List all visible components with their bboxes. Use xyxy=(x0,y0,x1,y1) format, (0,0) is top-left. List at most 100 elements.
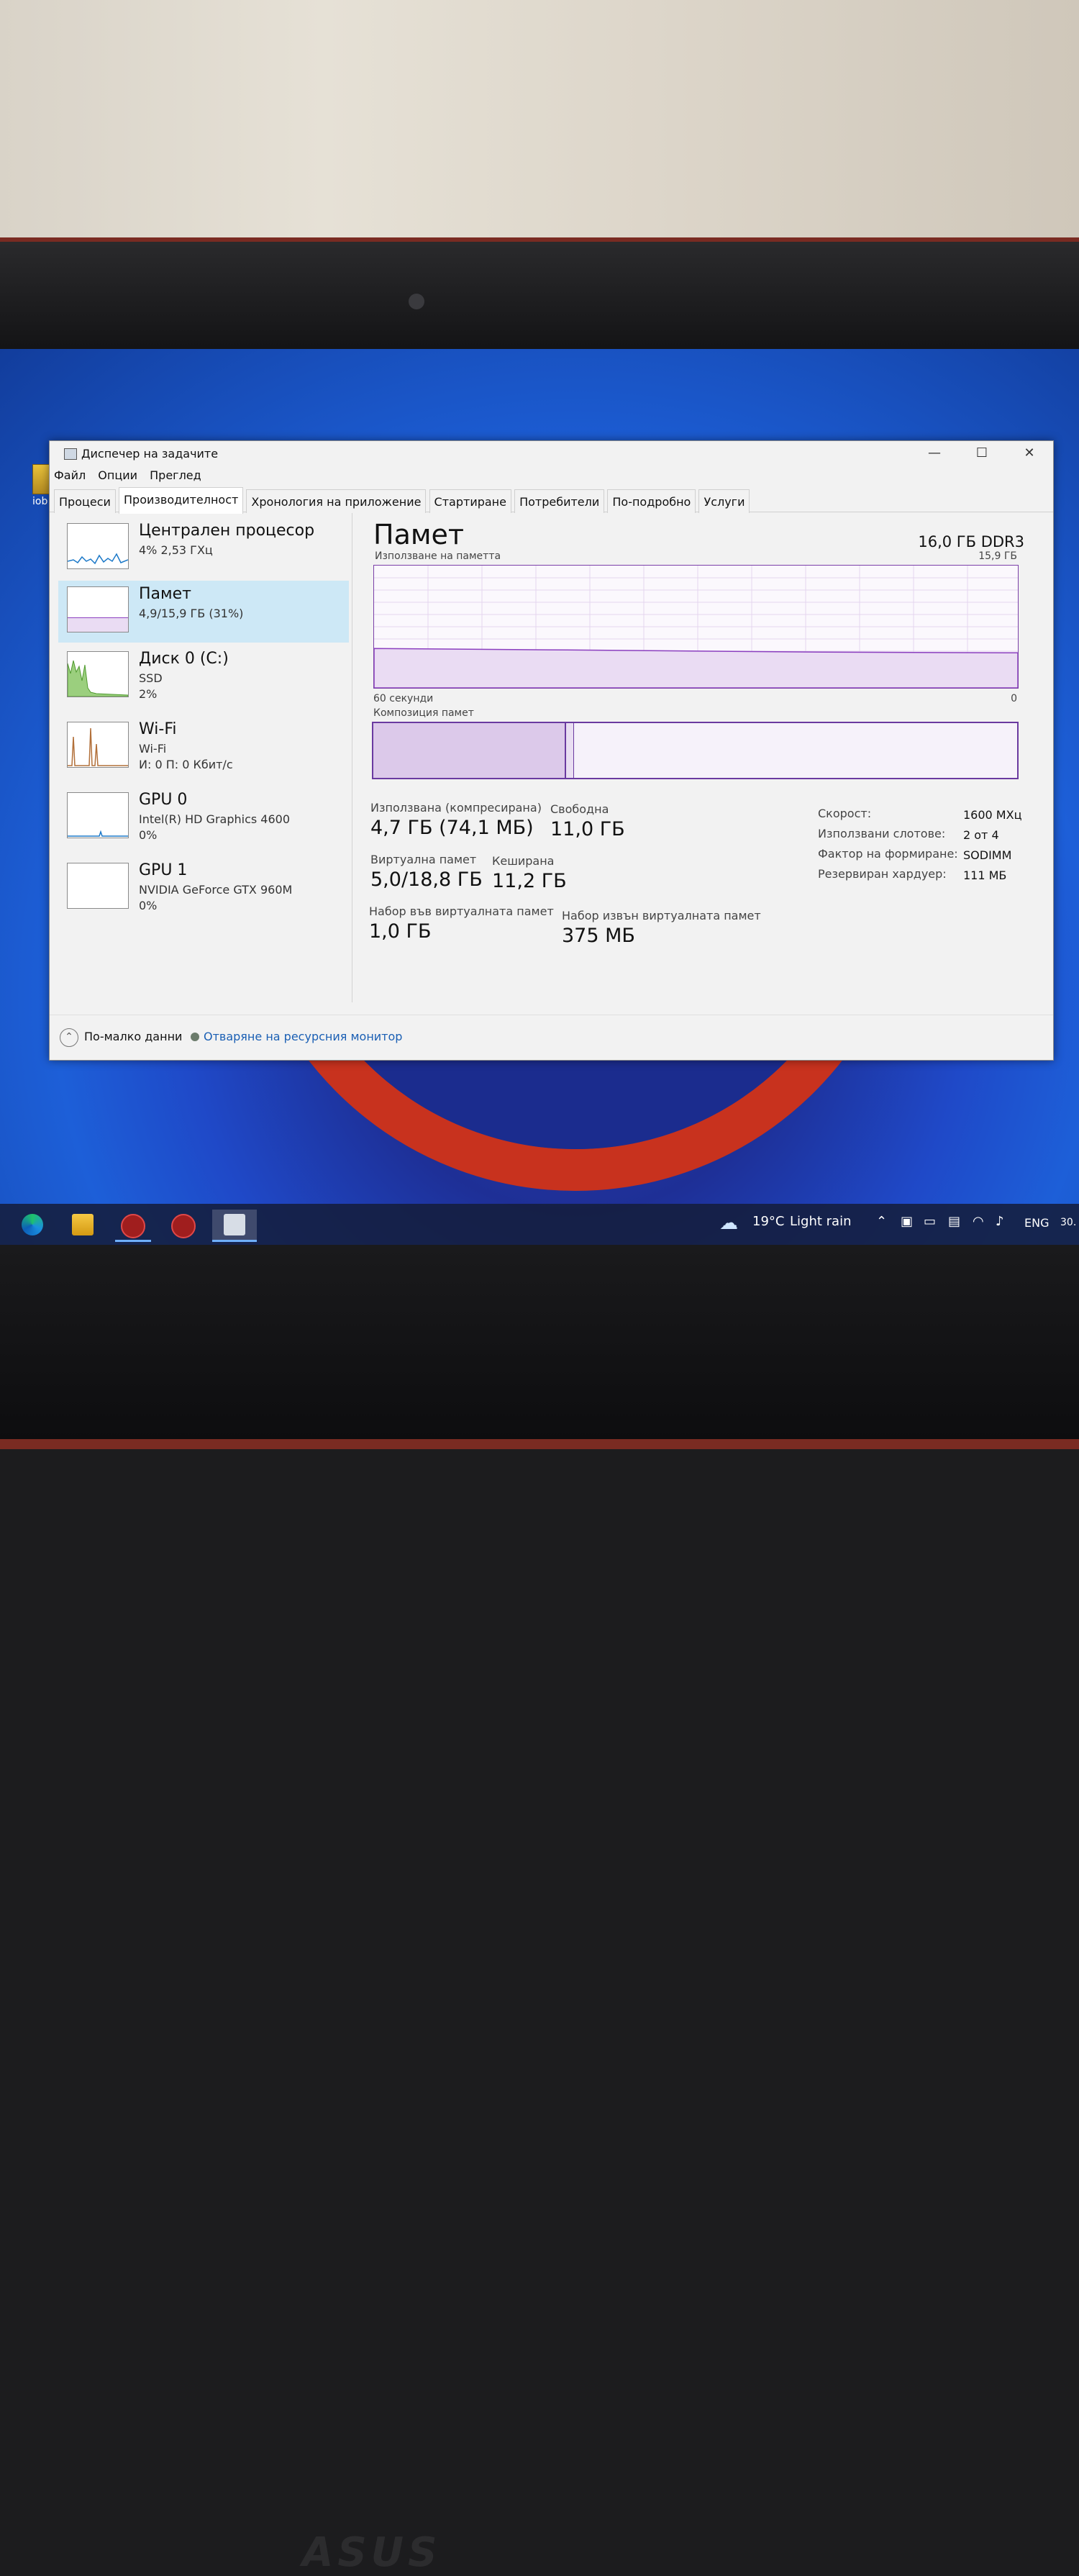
memory-panel: Памет 16,0 ГБ DDR3 Използване на паметта… xyxy=(366,513,1039,1017)
form-factor-key: Фактор на формиране: xyxy=(818,847,958,861)
sidebar-item-wifi[interactable]: Wi-Fi Wi-Fi И: 0 П: 0 Кбит/с xyxy=(58,716,349,778)
sidebar-item-label: Централен процесор xyxy=(139,522,315,540)
sidebar-item-value: И: 0 П: 0 Кбит/с xyxy=(139,758,233,771)
tab-strip: Процеси Производителност Хронология на п… xyxy=(50,487,1053,514)
tab-startup[interactable]: Стартиране xyxy=(429,489,511,513)
sidebar-item-cpu[interactable]: Централен процесор 4% 2,53 ГХц xyxy=(58,517,349,579)
memory-usage-grid xyxy=(374,566,1018,688)
app-taskbar-button-2[interactable] xyxy=(165,1210,201,1240)
memory-usage-graph xyxy=(373,565,1019,689)
in-use-value: 4,7 ГБ (74,1 МБ) xyxy=(370,817,534,839)
desktop-screen: iob Диспечер на задачите — ☐ ✕ Файл Опци… xyxy=(0,349,1079,1245)
menu-options[interactable]: Опции xyxy=(94,466,142,482)
memory-thumbnail-fill xyxy=(68,617,128,632)
laptop-bezel-top xyxy=(0,237,1079,357)
tab-app-history[interactable]: Хронология на приложение xyxy=(246,489,427,513)
paged-pool-label: Набор във виртуалната памет xyxy=(369,904,554,918)
composition-in-use xyxy=(373,723,567,778)
sidebar-item-label: Wi-Fi xyxy=(139,720,177,738)
task-manager-taskbar-button[interactable] xyxy=(212,1210,257,1242)
tab-services[interactable]: Услуги xyxy=(698,489,750,513)
paged-pool-value: 1,0 ГБ xyxy=(369,920,432,943)
sidebar-item-value: 0% xyxy=(139,828,158,842)
fewer-details-link[interactable]: По-малко данни xyxy=(84,1030,182,1043)
task-manager-icon xyxy=(64,448,77,460)
battery-icon[interactable]: ▭ xyxy=(924,1214,936,1229)
gpu0-thumbnail-graph xyxy=(67,792,129,838)
chevron-up-icon[interactable]: ⌃ xyxy=(876,1214,887,1229)
sidebar-item-label: Памет xyxy=(139,585,191,603)
nonpaged-pool-label: Набор извън виртуалната памет xyxy=(562,909,761,922)
cached-label: Кеширана xyxy=(492,854,555,868)
volume-icon[interactable]: ♪ xyxy=(996,1214,1004,1229)
memory-composition-bar xyxy=(372,722,1019,779)
wifi-icon[interactable]: ◠ xyxy=(973,1214,984,1229)
speed-key: Скорост: xyxy=(818,807,872,820)
weather-temp[interactable]: 19°C xyxy=(752,1214,784,1229)
disk-sparkline xyxy=(68,660,128,697)
gpu0-sparkline xyxy=(68,830,128,837)
sidebar-item-label: GPU 0 xyxy=(139,791,188,809)
sidebar-item-label: Диск 0 (C:) xyxy=(139,650,229,668)
maximize-button[interactable]: ☐ xyxy=(958,441,1006,466)
available-label: Свободна xyxy=(550,802,609,816)
slots-key: Използвани слотове: xyxy=(818,827,946,840)
task-manager-window: Диспечер на задачите — ☐ ✕ Файл Опции Пр… xyxy=(49,440,1054,1061)
meet-now-icon[interactable]: ▣ xyxy=(901,1214,913,1229)
tab-details[interactable]: По-подробно xyxy=(607,489,696,513)
game-app-icon xyxy=(171,1214,196,1238)
clock[interactable]: 30. xyxy=(1060,1217,1076,1228)
laptop-bezel-bottom: ASUS xyxy=(0,1245,1079,2576)
app-taskbar-button-1[interactable] xyxy=(115,1210,151,1242)
resource-sidebar: Централен процесор 4% 2,53 ГХц Памет 4,9… xyxy=(50,513,352,1002)
tab-users[interactable]: Потребители xyxy=(514,489,605,513)
tab-performance[interactable]: Производителност xyxy=(119,487,244,514)
cpu-sparkline xyxy=(68,553,128,565)
resource-monitor-icon xyxy=(191,1033,199,1041)
committed-value: 5,0/18,8 ГБ xyxy=(370,869,483,891)
sidebar-item-gpu0[interactable]: GPU 0 Intel(R) HD Graphics 4600 0% xyxy=(58,786,349,848)
reserved-value: 111 МБ xyxy=(963,869,1007,882)
sidebar-item-gpu1[interactable]: GPU 1 NVIDIA GeForce GTX 960M 0% xyxy=(58,857,349,919)
memory-thumbnail-graph xyxy=(67,586,129,632)
edge-icon xyxy=(22,1214,43,1235)
display-icon[interactable]: ▤ xyxy=(948,1214,960,1229)
close-button[interactable]: ✕ xyxy=(1006,441,1053,466)
taskbar: ☁ 19°C Light rain ⌃ ▣ ▭ ▤ ◠ ♪ ENG 30. xyxy=(0,1204,1079,1245)
menu-view[interactable]: Преглед xyxy=(145,466,206,482)
composition-modified xyxy=(566,723,575,778)
file-explorer-taskbar-button[interactable] xyxy=(65,1210,101,1240)
weather-text[interactable]: Light rain xyxy=(790,1214,851,1229)
sidebar-item-detail: Intel(R) HD Graphics 4600 xyxy=(139,812,291,826)
sidebar-item-memory[interactable]: Памет 4,9/15,9 ГБ (31%) xyxy=(58,581,349,643)
open-resource-monitor-link[interactable]: Отваряне на ресурсния монитор xyxy=(204,1030,402,1043)
memory-spec: 16,0 ГБ DDR3 xyxy=(918,533,1024,550)
background-wall xyxy=(0,0,1079,248)
sidebar-item-disk[interactable]: Диск 0 (C:) SSD 2% xyxy=(58,645,349,707)
cpu-thumbnail-graph xyxy=(67,523,129,569)
game-app-icon xyxy=(121,1214,145,1238)
menu-file[interactable]: Файл xyxy=(50,466,90,482)
task-manager-icon xyxy=(224,1214,245,1235)
title-bar: Диспечер на задачите — ☐ ✕ xyxy=(50,441,1053,466)
speed-value: 1600 МХц xyxy=(963,808,1022,822)
in-use-label: Използвана (компресирана) xyxy=(370,801,542,815)
window-footer: ⌃ По-малко данни Отваряне на ресурсния м… xyxy=(50,1015,1053,1060)
reserved-key: Резервиран хардуер: xyxy=(818,867,947,881)
nonpaged-pool-value: 375 МБ xyxy=(562,925,635,947)
wifi-sparkline xyxy=(68,727,128,766)
language-indicator[interactable]: ENG xyxy=(1024,1216,1049,1230)
edge-taskbar-button[interactable] xyxy=(14,1210,50,1240)
tab-processes[interactable]: Процеси xyxy=(54,489,116,513)
slots-value: 2 от 4 xyxy=(963,828,999,842)
webcam xyxy=(409,294,424,309)
minimize-button[interactable]: — xyxy=(911,441,958,466)
chevron-up-icon[interactable]: ⌃ xyxy=(60,1028,78,1047)
gpu1-thumbnail-graph xyxy=(67,863,129,909)
cached-value: 11,2 ГБ xyxy=(492,870,567,892)
usage-graph-label: Използване на паметта xyxy=(375,550,501,562)
usage-graph-max: 15,9 ГБ xyxy=(978,550,1017,562)
sidebar-item-value: 2% xyxy=(139,687,158,701)
sidebar-item-value: 0% xyxy=(139,899,158,912)
cloud-rain-icon[interactable]: ☁ xyxy=(719,1212,738,1234)
